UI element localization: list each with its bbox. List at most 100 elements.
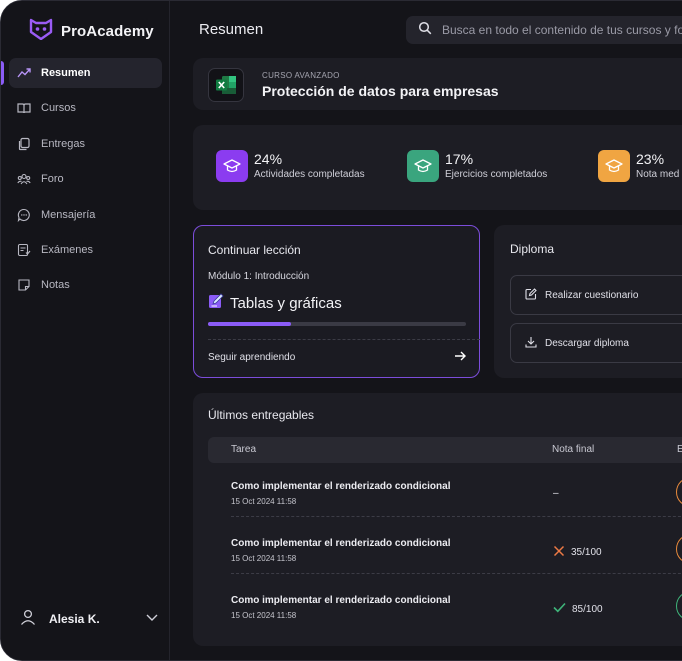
card-heading: Últimos entregables <box>208 408 315 422</box>
stat-exercises: 17% Ejercicios completados <box>407 150 547 182</box>
status-badge <box>676 534 682 564</box>
sidebar-item-entregas[interactable]: Entregas <box>9 129 162 159</box>
lesson-title: Tablas y gráficas <box>208 293 342 313</box>
copy-icon <box>17 137 31 151</box>
users-icon <box>17 172 31 186</box>
row-divider <box>231 516 682 517</box>
column-header: Tarea <box>231 444 257 455</box>
download-icon <box>525 336 537 351</box>
stats-card: 24% Actividades completadas 17% Ejercici… <box>193 125 682 210</box>
logo[interactable]: ProAcademy <box>29 18 154 45</box>
sidebar-item-label: Exámenes <box>41 243 93 256</box>
sidebar-item-label: Entregas <box>41 137 86 150</box>
search-input[interactable]: Busca en todo el contenido de tus cursos… <box>406 16 682 44</box>
download-diploma-label: Descargar diploma <box>545 337 629 349</box>
status-badge <box>676 477 682 507</box>
stat-value: 24% <box>254 151 283 167</box>
table-row[interactable]: Como implementar el renderizado condicio… <box>231 585 682 641</box>
course-title: Protección de datos para empresas <box>262 83 499 99</box>
grade-value: 85/100 <box>572 603 603 615</box>
edit-note-icon <box>208 293 224 313</box>
exam-icon <box>17 243 31 257</box>
take-quiz-button[interactable]: Realizar cuestionario <box>510 275 682 315</box>
search-placeholder: Busca en todo el contenido de tus cursos… <box>442 23 682 37</box>
final-grade: 85/100 <box>553 602 603 616</box>
course-card[interactable]: CURSO AVANZADO Protección de datos para … <box>193 58 682 110</box>
sidebar: ProAcademy Resumen Cursos Entregas Foro … <box>1 1 170 660</box>
chevron-down-icon[interactable] <box>145 610 159 629</box>
table-header: Tarea Nota final E <box>208 437 682 463</box>
graduation-cap-icon <box>216 150 248 182</box>
user-menu[interactable]: Alesia K. <box>19 605 159 633</box>
book-icon <box>17 101 31 115</box>
lesson-title-text: Tablas y gráficas <box>230 294 342 312</box>
owl-logo-icon <box>29 18 53 45</box>
excel-icon <box>208 68 244 102</box>
note-icon <box>17 278 31 292</box>
sidebar-item-examenes[interactable]: Exámenes <box>9 235 162 265</box>
edit-icon <box>525 287 537 303</box>
page-title: Resumen <box>199 21 264 38</box>
lesson-progress-bar <box>208 322 466 326</box>
trend-up-icon <box>17 66 31 80</box>
sidebar-item-label: Notas <box>41 279 70 292</box>
final-grade: 35/100 <box>553 545 602 560</box>
stat-grade: 23% Nota med <box>598 150 679 182</box>
lesson-progress-fill <box>208 322 291 326</box>
stat-label: Actividades completadas <box>254 169 365 180</box>
cross-icon <box>553 545 565 560</box>
continue-learning-link[interactable]: Seguir aprendiendo <box>208 351 466 364</box>
divider <box>208 339 480 340</box>
task-date: 15 Oct 2024 11:58 <box>231 497 297 506</box>
task-title: Como implementar el renderizado condicio… <box>231 538 451 549</box>
sidebar-item-notas[interactable]: Notas <box>9 270 162 300</box>
sidebar-item-cursos[interactable]: Cursos <box>9 93 162 123</box>
task-date: 15 Oct 2024 11:58 <box>231 611 297 620</box>
search-icon <box>418 21 432 40</box>
diploma-card: Diploma Realizar cuestionario Descargar … <box>494 225 682 378</box>
sidebar-nav: Resumen Cursos Entregas Foro Mensajería … <box>1 58 170 306</box>
grade-value: – <box>553 488 559 499</box>
download-diploma-button[interactable]: Descargar diploma <box>510 323 682 363</box>
graduation-cap-icon <box>598 150 630 182</box>
task-date: 15 Oct 2024 11:58 <box>231 554 297 563</box>
table-row[interactable]: Como implementar el renderizado condicio… <box>231 471 682 527</box>
sidebar-item-label: Mensajería <box>41 208 96 221</box>
app-name: ProAcademy <box>61 23 154 40</box>
sidebar-item-label: Cursos <box>41 102 76 115</box>
sidebar-item-foro[interactable]: Foro <box>9 164 162 194</box>
task-title: Como implementar el renderizado condicio… <box>231 595 451 606</box>
stat-activities: 24% Actividades completadas <box>216 150 365 182</box>
continue-lesson-card[interactable]: Continuar lección Módulo 1: Introducción… <box>193 225 480 378</box>
card-heading: Continuar lección <box>208 243 301 257</box>
final-grade: – <box>553 488 559 499</box>
stat-label: Nota med <box>636 169 680 180</box>
sidebar-item-label: Resumen <box>41 67 91 79</box>
sidebar-item-mensajeria[interactable]: Mensajería <box>9 200 162 230</box>
user-avatar-icon <box>19 608 37 631</box>
app-window: ProAcademy Resumen Cursos Entregas Foro … <box>0 0 682 661</box>
deliverables-card: Últimos entregables Tarea Nota final E C… <box>193 393 682 646</box>
lesson-module: Módulo 1: Introducción <box>208 271 310 282</box>
card-heading: Diploma <box>510 242 555 256</box>
continue-learning-label: Seguir aprendiendo <box>208 352 296 363</box>
column-header: Nota final <box>552 444 595 455</box>
course-level: CURSO AVANZADO <box>262 71 340 80</box>
sidebar-item-resumen[interactable]: Resumen <box>1 58 162 88</box>
sidebar-item-label: Foro <box>41 173 64 186</box>
column-header: E <box>677 444 682 455</box>
take-quiz-label: Realizar cuestionario <box>545 289 639 301</box>
row-divider <box>231 573 682 574</box>
table-row[interactable]: Como implementar el renderizado condicio… <box>231 528 682 584</box>
check-icon <box>553 602 566 616</box>
stat-value: 23% <box>636 151 665 167</box>
grade-value: 35/100 <box>571 547 602 558</box>
main-content: Resumen Busca en todo el contenido de tu… <box>170 1 682 660</box>
arrow-right-icon <box>454 351 466 364</box>
chat-icon <box>17 208 31 222</box>
stat-label: Ejercicios completados <box>445 169 548 180</box>
user-name: Alesia K. <box>49 612 100 626</box>
status-badge <box>676 591 682 621</box>
stat-value: 17% <box>445 151 474 167</box>
task-title: Como implementar el renderizado condicio… <box>231 481 451 492</box>
